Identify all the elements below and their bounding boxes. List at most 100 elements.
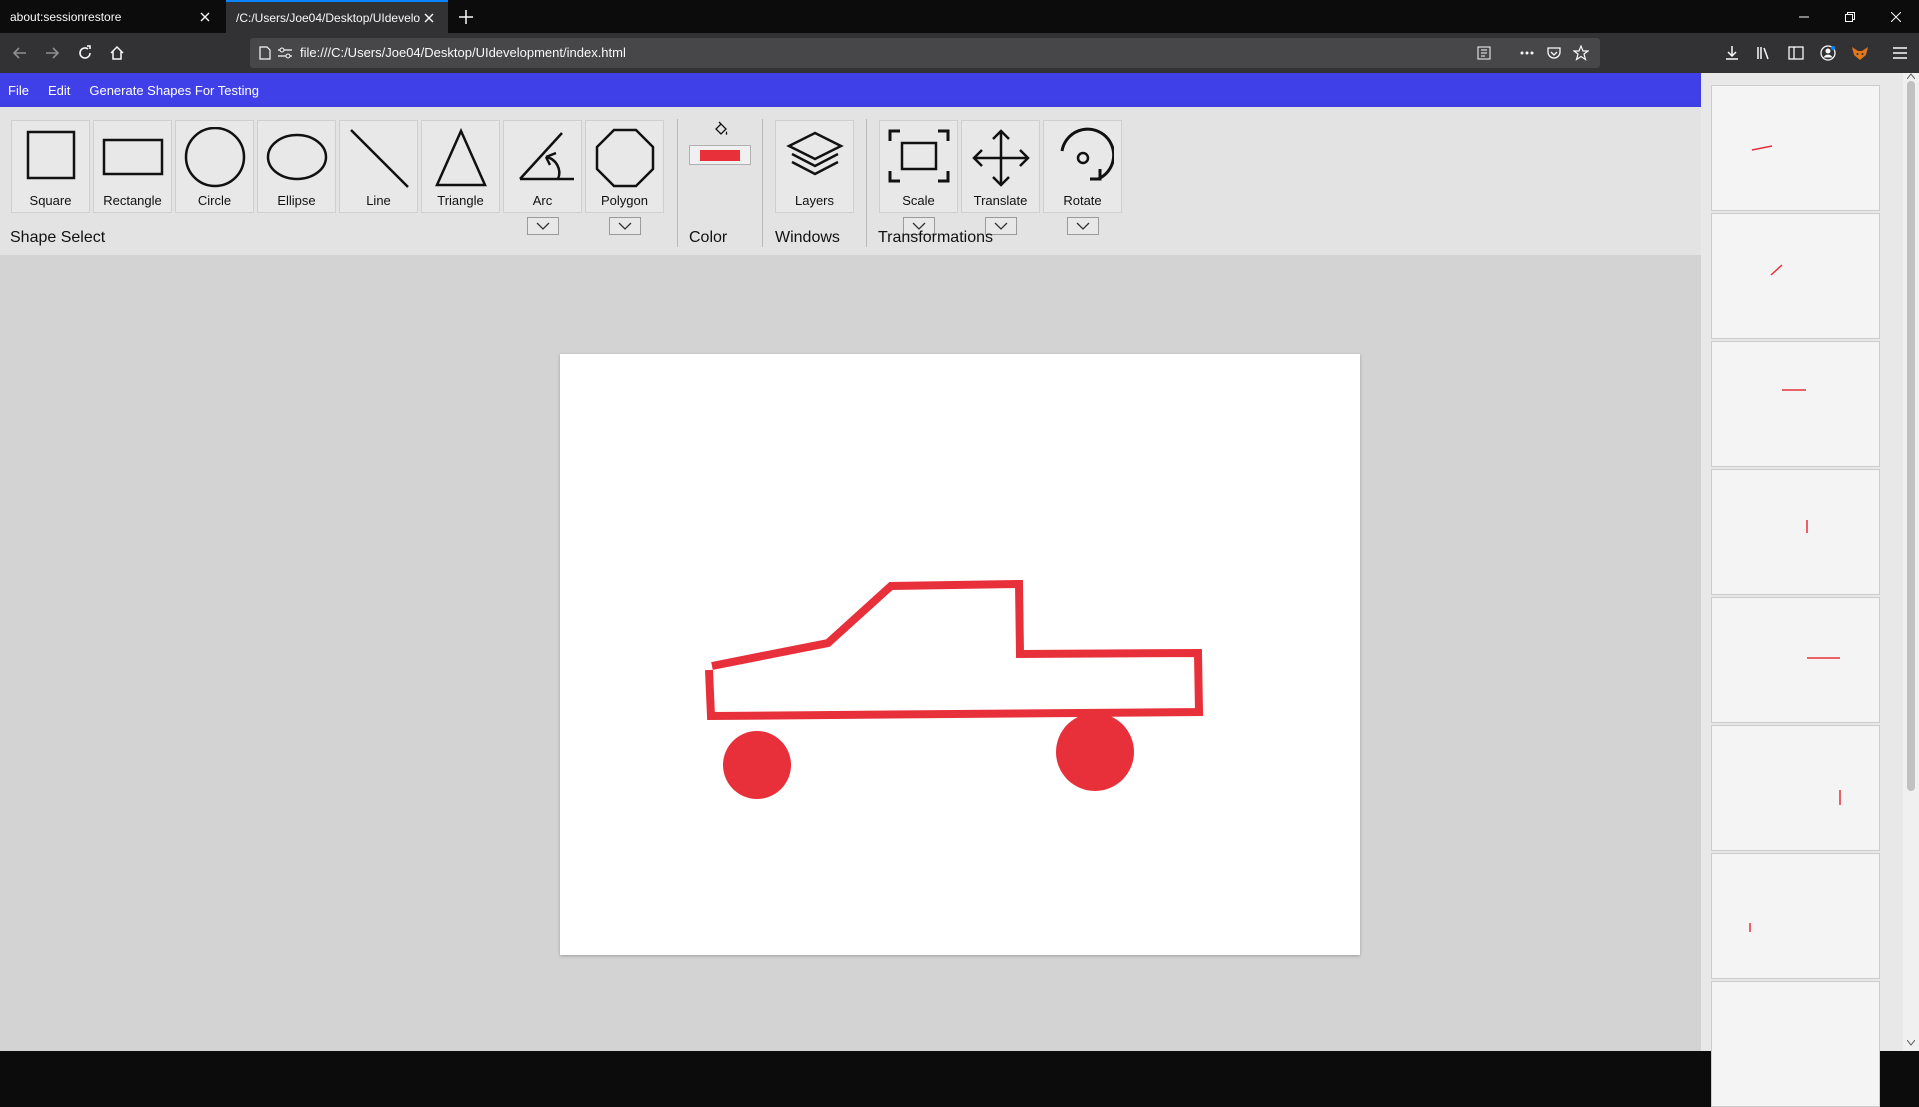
restore-button[interactable] bbox=[1827, 0, 1873, 33]
ellipse-icon bbox=[266, 133, 327, 181]
polygon-tool-button[interactable]: Polygon bbox=[585, 120, 664, 213]
tool-label: Rotate bbox=[1063, 193, 1102, 208]
arc-options-dropdown[interactable] bbox=[527, 217, 559, 235]
front-wheel bbox=[723, 731, 791, 799]
rotate-icon bbox=[1060, 127, 1114, 181]
tool-label: Circle bbox=[197, 193, 232, 208]
group-label-transformations: Transformations bbox=[878, 229, 993, 246]
truck-body-outline bbox=[705, 579, 1204, 721]
library-icon[interactable] bbox=[1752, 41, 1776, 65]
back-arrow-icon[interactable] bbox=[8, 41, 32, 65]
menu-edit[interactable]: Edit bbox=[48, 83, 70, 98]
reload-icon[interactable] bbox=[73, 41, 97, 65]
minimize-button[interactable] bbox=[1781, 0, 1827, 33]
menu-file[interactable]: File bbox=[8, 83, 29, 98]
tab-title: /C:/Users/Joe04/Desktop/UIdevelop bbox=[236, 10, 421, 25]
layer-thumbnail[interactable] bbox=[1711, 725, 1880, 851]
tool-label: Rectangle bbox=[103, 193, 162, 208]
group-divider bbox=[866, 119, 867, 247]
polygon-icon bbox=[595, 128, 654, 188]
reader-view-icon[interactable] bbox=[1475, 44, 1493, 62]
triangle-icon bbox=[434, 127, 487, 187]
rear-wheel bbox=[1056, 713, 1134, 791]
layers-thumbnail-panel bbox=[1701, 73, 1919, 1107]
group-label-color: Color bbox=[689, 229, 728, 246]
line-tool-button[interactable]: Line bbox=[339, 120, 418, 213]
layer-thumbnail[interactable] bbox=[1711, 341, 1880, 467]
downloads-icon[interactable] bbox=[1720, 41, 1744, 65]
translate-tool-button[interactable]: Translate bbox=[961, 120, 1040, 213]
layer-thumbnail[interactable] bbox=[1711, 85, 1880, 211]
tool-label: Arc bbox=[532, 193, 553, 208]
pocket-icon[interactable] bbox=[1545, 44, 1563, 62]
canvas-drawing bbox=[705, 579, 1204, 799]
tab-index-html[interactable]: /C:/Users/Joe04/Desktop/UIdevelop bbox=[226, 0, 448, 33]
circle-tool-button[interactable]: Circle bbox=[175, 120, 254, 213]
tool-label: Triangle bbox=[437, 193, 484, 208]
page-icon bbox=[256, 44, 274, 62]
rectangle-tool-button[interactable]: Rectangle bbox=[93, 120, 172, 213]
url-bar[interactable]: file:///C:/Users/Joe04/Desktop/UIdevelop… bbox=[250, 38, 1600, 68]
chevron-down-icon bbox=[994, 222, 1008, 230]
square-icon bbox=[26, 130, 75, 180]
more-actions-icon[interactable] bbox=[1518, 44, 1536, 62]
close-icon[interactable] bbox=[196, 8, 214, 26]
tool-label: Polygon bbox=[601, 193, 648, 208]
color-picker[interactable] bbox=[689, 121, 751, 165]
layer-thumbnail[interactable] bbox=[1711, 981, 1880, 1107]
rectangle-icon bbox=[102, 138, 163, 176]
group-divider bbox=[762, 119, 763, 247]
layer-thumbnail[interactable] bbox=[1711, 213, 1880, 339]
arc-icon bbox=[518, 132, 574, 181]
chevron-down-icon bbox=[1076, 222, 1090, 230]
arc-tool-button[interactable]: Arc bbox=[503, 120, 582, 213]
square-tool-button[interactable]: Square bbox=[11, 120, 90, 213]
tab-session-restore[interactable]: about:sessionrestore bbox=[0, 0, 225, 33]
layers-button[interactable]: Layers bbox=[775, 120, 854, 213]
current-color-swatch[interactable] bbox=[689, 145, 751, 165]
drawing-canvas[interactable] bbox=[560, 354, 1360, 955]
line-icon bbox=[349, 129, 409, 188]
ellipse-tool-button[interactable]: Ellipse bbox=[257, 120, 336, 213]
layer-thumbnail[interactable] bbox=[1711, 853, 1880, 979]
account-icon[interactable] bbox=[1816, 41, 1840, 65]
menu-generate-shapes[interactable]: Generate Shapes For Testing bbox=[89, 83, 259, 98]
chevron-down-icon bbox=[536, 222, 550, 230]
permissions-icon[interactable] bbox=[276, 44, 294, 62]
group-label-windows: Windows bbox=[775, 229, 840, 246]
forward-arrow-icon[interactable] bbox=[40, 41, 64, 65]
circle-icon bbox=[184, 127, 245, 188]
scroll-down-icon[interactable] bbox=[1907, 1040, 1915, 1046]
workspace bbox=[0, 255, 1701, 1051]
layer-thumbnail[interactable] bbox=[1711, 469, 1880, 595]
rotate-tool-button[interactable]: Rotate bbox=[1043, 120, 1122, 213]
sidebars-icon[interactable] bbox=[1784, 41, 1808, 65]
scale-tool-button[interactable]: Scale bbox=[879, 120, 958, 213]
triangle-tool-button[interactable]: Triangle bbox=[421, 120, 500, 213]
new-tab-button[interactable] bbox=[455, 6, 477, 28]
url-text: file:///C:/Users/Joe04/Desktop/UIdevelop… bbox=[300, 45, 626, 60]
paint-app: File Edit Generate Shapes For Testing Sq… bbox=[0, 73, 1919, 1107]
browser-nav-bar: file:///C:/Users/Joe04/Desktop/UIdevelop… bbox=[0, 33, 1919, 73]
close-window-button[interactable] bbox=[1873, 0, 1919, 33]
layer-thumbnail[interactable] bbox=[1711, 597, 1880, 723]
rotate-options-dropdown[interactable] bbox=[1067, 217, 1099, 235]
translate-icon bbox=[971, 129, 1030, 187]
scrollbar-thumb[interactable] bbox=[1907, 81, 1915, 791]
panel-scrollbar[interactable] bbox=[1903, 73, 1919, 1051]
app-menu-bar: File Edit Generate Shapes For Testing bbox=[0, 73, 1701, 107]
extension-fox-icon[interactable] bbox=[1848, 41, 1872, 65]
group-label-shape-select: Shape Select bbox=[10, 229, 106, 246]
hamburger-menu-icon[interactable] bbox=[1888, 41, 1912, 65]
polygon-options-dropdown[interactable] bbox=[609, 217, 641, 235]
tool-label: Square bbox=[29, 193, 72, 208]
tool-label: Ellipse bbox=[277, 193, 316, 208]
toolbar-ribbon: Square Rectangle Circle Ellipse Line Tri… bbox=[0, 107, 1701, 255]
bookmark-star-icon[interactable] bbox=[1572, 44, 1590, 62]
close-icon[interactable] bbox=[420, 9, 438, 27]
scroll-up-icon[interactable] bbox=[1907, 73, 1915, 79]
home-icon[interactable] bbox=[105, 41, 129, 65]
tool-label: Translate bbox=[973, 193, 1028, 208]
tool-label: Scale bbox=[902, 193, 935, 208]
chevron-down-icon bbox=[618, 222, 632, 230]
